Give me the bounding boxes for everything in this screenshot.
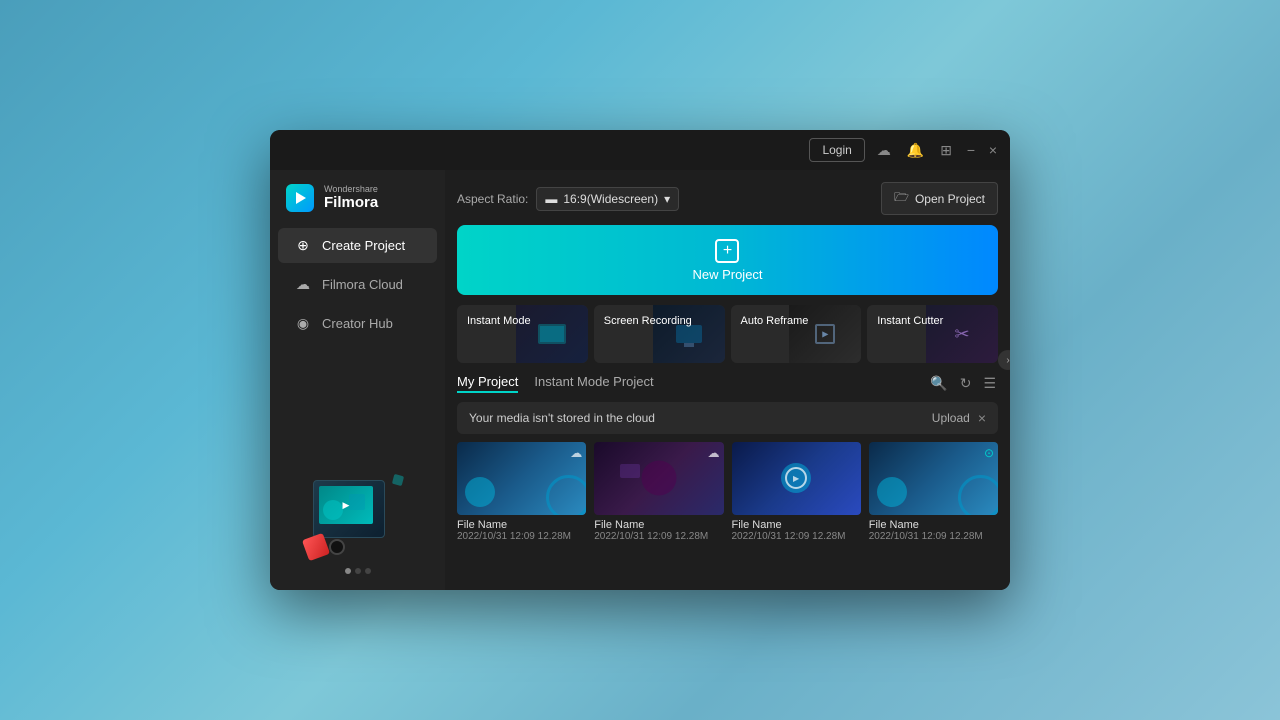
screen-recording-thumbnail <box>653 305 725 363</box>
title-bar-controls: Login ☁ 🔔 ⊞ − × <box>809 138 1000 163</box>
search-icon[interactable]: 🔍 <box>928 373 949 394</box>
login-button[interactable]: Login <box>809 138 864 162</box>
screen-recording-label: Screen Recording <box>604 315 715 327</box>
new-project-plus-icon: + <box>715 239 739 263</box>
file-thumbnail-2: ☁ <box>594 442 723 515</box>
file-name-3: File Name <box>732 519 861 531</box>
file-card-4[interactable]: ⊙ File Name 2022/10/31 12:09 12.28M <box>869 442 998 542</box>
title-bar: Login ☁ 🔔 ⊞ − × <box>270 130 1010 170</box>
creator-hub-icon: ◉ <box>294 315 312 332</box>
quick-action-instant-mode[interactable]: Instant Mode <box>457 305 588 363</box>
logo-name: Filmora <box>324 194 378 212</box>
instant-cutter-label: Instant Cutter <box>877 315 988 327</box>
new-project-label: New Project <box>692 267 762 282</box>
cloud-banner-actions: Upload × <box>932 410 986 426</box>
app-window: Login ☁ 🔔 ⊞ − × Wondershare Filmora <box>270 130 1010 590</box>
filmora-logo-icon <box>286 184 314 212</box>
file-card-3[interactable]: ▶ File Name 2022/10/31 12:09 12.28M <box>732 442 861 542</box>
open-project-label: Open Project <box>915 192 985 206</box>
instant-cutter-thumbnail: ✂ <box>926 305 998 363</box>
cloud-banner-text: Your media isn't stored in the cloud <box>469 411 655 425</box>
chevron-down-icon: ▾ <box>664 192 670 206</box>
folder-icon: 🗁 <box>894 188 909 209</box>
sidebar-item-label-create: Create Project <box>322 238 405 253</box>
notification-icon[interactable]: 🔔 <box>903 138 928 163</box>
quick-action-screen-recording[interactable]: Screen Recording <box>594 305 725 363</box>
quick-actions: Instant Mode Screen Recording <box>457 305 998 363</box>
tab-my-project[interactable]: My Project <box>457 374 518 393</box>
aspect-ratio-icon: ▬ <box>545 192 557 206</box>
close-banner-button[interactable]: × <box>978 410 986 426</box>
sidebar-illustration: ▶ <box>270 454 445 590</box>
upload-button[interactable]: Upload <box>932 411 970 425</box>
instant-mode-label: Instant Mode <box>467 315 578 327</box>
sidebar-item-filmora-cloud[interactable]: ☁ Filmora Cloud <box>278 267 437 302</box>
sidebar-item-label-hub: Creator Hub <box>322 316 393 331</box>
list-view-icon[interactable]: ☰ <box>981 373 998 394</box>
file-cloud-icon-1: ☁ <box>570 446 582 460</box>
file-cloud-icon-4: ⊙ <box>984 446 994 460</box>
top-bar: Aspect Ratio: ▬ 16:9(Widescreen) ▾ 🗁 Ope… <box>457 182 998 215</box>
aspect-ratio-value: 16:9(Widescreen) <box>563 192 658 206</box>
sidebar-item-create-project[interactable]: ⊕ Create Project <box>278 228 437 263</box>
file-thumbnail-1: ☁ <box>457 442 586 515</box>
file-name-1: File Name <box>457 519 586 531</box>
new-project-content: + New Project <box>692 239 762 282</box>
sidebar-item-label-cloud: Filmora Cloud <box>322 277 403 292</box>
close-button[interactable]: × <box>986 143 1000 157</box>
auto-reframe-label: Auto Reframe <box>741 315 852 327</box>
refresh-icon[interactable]: ↻ <box>958 373 974 394</box>
new-project-banner[interactable]: + New Project <box>457 225 998 295</box>
content-area: Aspect Ratio: ▬ 16:9(Widescreen) ▾ 🗁 Ope… <box>445 170 1010 590</box>
file-meta-1: 2022/10/31 12:09 12.28M <box>457 531 586 542</box>
aspect-ratio-label: Aspect Ratio: <box>457 192 528 206</box>
file-name-2: File Name <box>594 519 723 531</box>
illustration-box: ▶ <box>303 470 413 560</box>
logo-brand: Wondershare <box>324 185 378 194</box>
file-meta-4: 2022/10/31 12:09 12.28M <box>869 531 998 542</box>
carousel-dots <box>345 568 371 574</box>
section-actions: 🔍 ↻ ☰ <box>928 373 998 394</box>
auto-reframe-thumbnail: ▶ <box>789 305 861 363</box>
dot-3 <box>365 568 371 574</box>
sidebar-item-creator-hub[interactable]: ◉ Creator Hub <box>278 306 437 341</box>
logo-text: Wondershare Filmora <box>324 185 378 212</box>
aspect-ratio-selector: Aspect Ratio: ▬ 16:9(Widescreen) ▾ <box>457 187 679 211</box>
file-card-1[interactable]: ☁ File Name 2022/10/31 12:09 12.28M <box>457 442 586 542</box>
cloud-sync-icon[interactable]: ☁ <box>873 138 895 163</box>
section-header: My Project Instant Mode Project 🔍 ↻ ☰ <box>457 373 998 394</box>
quick-actions-next-arrow[interactable]: › <box>998 350 1010 370</box>
play-circle-icon: ▶ <box>785 467 807 489</box>
instant-mode-thumbnail <box>516 305 588 363</box>
tab-instant-mode-project[interactable]: Instant Mode Project <box>534 374 653 393</box>
quick-action-auto-reframe[interactable]: Auto Reframe ▶ <box>731 305 862 363</box>
file-card-2[interactable]: ☁ File Name 2022/10/31 12:09 12.28M <box>594 442 723 542</box>
file-meta-3: 2022/10/31 12:09 12.28M <box>732 531 861 542</box>
my-project-section: My Project Instant Mode Project 🔍 ↻ ☰ Yo… <box>457 373 998 578</box>
file-name-4: File Name <box>869 519 998 531</box>
grid-icon[interactable]: ⊞ <box>936 138 956 163</box>
file-cloud-icon-2: ☁ <box>708 446 720 460</box>
cloud-banner: Your media isn't stored in the cloud Upl… <box>457 402 998 434</box>
sidebar: Wondershare Filmora ⊕ Create Project ☁ F… <box>270 170 445 590</box>
file-grid: ☁ File Name 2022/10/31 12:09 12.28M ☁ Fi… <box>457 442 998 542</box>
filmora-cloud-icon: ☁ <box>294 276 312 293</box>
logo-area: Wondershare Filmora <box>270 170 445 226</box>
create-project-icon: ⊕ <box>294 237 312 254</box>
main-layout: Wondershare Filmora ⊕ Create Project ☁ F… <box>270 170 1010 590</box>
aspect-ratio-dropdown[interactable]: ▬ 16:9(Widescreen) ▾ <box>536 187 679 211</box>
dot-2 <box>355 568 361 574</box>
minimize-button[interactable]: − <box>964 143 978 157</box>
dot-1 <box>345 568 351 574</box>
section-tabs: My Project Instant Mode Project <box>457 374 654 393</box>
quick-action-instant-cutter[interactable]: Instant Cutter ✂ <box>867 305 998 363</box>
file-thumbnail-3: ▶ <box>732 442 861 515</box>
open-project-button[interactable]: 🗁 Open Project <box>881 182 998 215</box>
file-thumbnail-4: ⊙ <box>869 442 998 515</box>
file-meta-2: 2022/10/31 12:09 12.28M <box>594 531 723 542</box>
